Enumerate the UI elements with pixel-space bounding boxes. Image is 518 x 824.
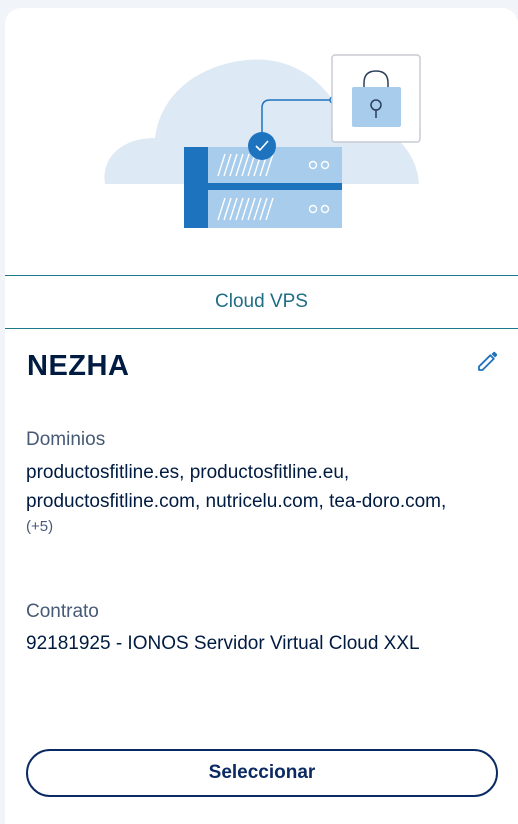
contract-value: 92181925 - IONOS Servidor Virtual Cloud … [26, 633, 420, 654]
cloud-server-illustration [5, 8, 518, 276]
product-type-band: Cloud VPS [5, 275, 518, 329]
domains-line-2: productosfitline.com, nutricelu.com, tea… [26, 491, 447, 512]
domains-line-1: productosfitline.es, productosfitline.eu… [26, 462, 350, 483]
contract-label: Contrato [26, 601, 99, 622]
select-button[interactable]: Seleccionar [26, 749, 498, 797]
pencil-icon[interactable] [476, 349, 500, 373]
check-badge-icon [248, 132, 276, 160]
server-card: Cloud VPS NEZHA Dominios productosfitlin… [5, 8, 518, 824]
server-name-title: NEZHA [27, 350, 130, 382]
lock-body [352, 87, 401, 127]
cloud-server-lock-illustration [104, 54, 421, 228]
domains-list: productosfitline.es, productosfitline.eu… [26, 458, 506, 538]
server-unit-bottom [184, 190, 342, 228]
domains-more-count[interactable]: (+5) [26, 516, 506, 538]
domains-label: Dominios [26, 429, 106, 450]
server-rail [184, 183, 342, 190]
product-type-label: Cloud VPS [215, 291, 308, 312]
